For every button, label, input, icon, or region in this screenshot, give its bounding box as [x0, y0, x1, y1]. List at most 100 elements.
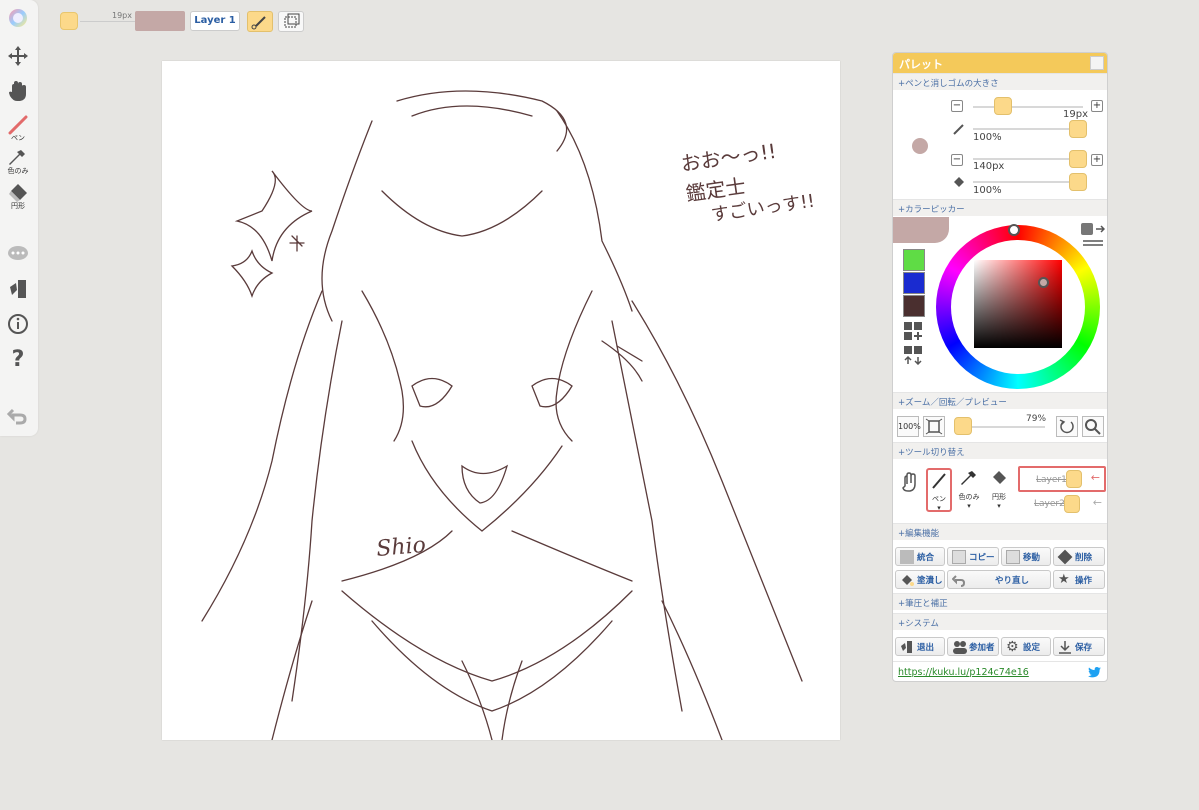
transform-button[interactable] — [278, 11, 304, 32]
pen-size-plus-button[interactable]: + — [1091, 100, 1103, 112]
brush-preview-dot — [912, 138, 928, 154]
fill-button[interactable]: 塗潰し — [895, 570, 945, 589]
left-toolbar: ペン 色のみ 円形 ? — [0, 0, 38, 436]
exit-icon[interactable] — [4, 278, 32, 300]
eraser-size-plus-button[interactable]: + — [1091, 154, 1103, 166]
section-pressure[interactable]: +筆圧と補正 — [893, 593, 1107, 610]
size-section: − + 19px 100% − + 140px 100% — [893, 90, 1107, 202]
layer-button[interactable]: Layer 1 — [190, 11, 240, 31]
add-swatch-icon[interactable] — [903, 321, 925, 341]
shape-tool[interactable]: 円形 — [4, 183, 32, 211]
pen-size-knob[interactable] — [994, 97, 1012, 115]
redo-button[interactable]: やり直し — [947, 570, 1051, 589]
drawing-canvas[interactable]: おお〜っ!! 鑑定士 すごいっす!! Shio — [162, 61, 840, 741]
copy-button[interactable]: コピー — [947, 547, 999, 566]
dropper-tool-button[interactable]: 色のみ ▾ — [956, 468, 982, 512]
eraser-size-knob[interactable] — [1069, 150, 1087, 168]
section-tool-switch[interactable]: +ツール切り替え — [893, 442, 1107, 459]
current-color-chip[interactable] — [135, 11, 185, 31]
eraser-size-slider[interactable] — [973, 158, 1083, 160]
tool-switch-section: ペン ▾ 色のみ ▾ 円形 ▾ Layer1 ← Layer2 ← — [893, 460, 1107, 520]
eraser-opacity-slider[interactable] — [973, 181, 1083, 183]
swatch-sort-icon[interactable] — [903, 345, 925, 365]
delete-button[interactable]: 削除 — [1053, 547, 1105, 566]
eraser-size-value: 140px — [973, 161, 1005, 172]
color-wheel-icon[interactable] — [4, 8, 32, 28]
merge-icon — [900, 549, 914, 564]
hue-marker[interactable] — [1008, 224, 1020, 236]
move-button[interactable]: 移動 — [1001, 547, 1051, 566]
merge-button[interactable]: 統合 — [895, 547, 945, 566]
pen-tool-button[interactable]: ペン ▾ — [926, 468, 952, 512]
section-edit[interactable]: +編集機能 — [893, 523, 1107, 540]
info-icon[interactable] — [4, 313, 32, 335]
undo-icon[interactable] — [4, 406, 32, 426]
fit-screen-icon — [925, 418, 943, 435]
size-slider-knob[interactable] — [60, 12, 78, 30]
layer2-row[interactable]: Layer2 ← — [1018, 492, 1106, 516]
palette-header: パレット — [893, 53, 1107, 73]
help-icon[interactable]: ? — [4, 346, 32, 370]
zoom-knob[interactable] — [954, 417, 972, 435]
magic-wand-button[interactable] — [247, 11, 273, 32]
zoom-100-button[interactable]: 100% — [897, 416, 921, 437]
eyedropper-tool[interactable]: 色のみ — [4, 148, 32, 176]
hand-tool-button[interactable] — [897, 470, 923, 514]
preview-button[interactable] — [1082, 416, 1104, 437]
swatch-green[interactable] — [903, 249, 925, 271]
layer1-opacity-knob[interactable] — [1066, 470, 1082, 488]
current-color-swatch[interactable] — [893, 217, 949, 243]
pen-size-minus-button[interactable]: − — [951, 100, 963, 112]
palette-collapse-button[interactable] — [1090, 56, 1104, 70]
swatch-blue[interactable] — [903, 272, 925, 294]
save-button[interactable]: 保存 — [1053, 637, 1105, 656]
pen-size-slider[interactable] — [973, 106, 1083, 108]
move-layer-icon — [1006, 549, 1020, 564]
pen-opacity-knob[interactable] — [1069, 120, 1087, 138]
magnifier-icon — [1085, 419, 1101, 435]
operation-button[interactable]: ★ 操作 — [1053, 570, 1105, 589]
eraser-opacity-knob[interactable] — [1069, 173, 1087, 191]
tool-pen-label: ペン — [932, 495, 946, 503]
hand-icon[interactable] — [4, 80, 32, 102]
participants-button[interactable]: 参加者 — [947, 637, 999, 656]
layer1-row[interactable]: Layer1 ← — [1018, 466, 1106, 492]
section-pen-eraser-size[interactable]: +ペンと消しゴムの大きさ — [893, 73, 1107, 90]
pen-opacity-slider[interactable] — [973, 128, 1083, 130]
eraser-icon — [993, 471, 1006, 484]
pen-opacity-value: 100% — [973, 132, 1002, 143]
tool-shape-label: 円形 — [992, 493, 1006, 501]
eraser-icon — [9, 184, 27, 202]
eraser-size-minus-button[interactable]: − — [951, 154, 963, 166]
rotate-button[interactable] — [1056, 416, 1078, 437]
settings-button[interactable]: ⚙ 設定 — [1001, 637, 1051, 656]
shape-tool-button[interactable]: 円形 ▾ — [986, 468, 1012, 512]
layer2-opacity-knob[interactable] — [1064, 495, 1080, 513]
pen-tool[interactable]: ペン — [4, 115, 32, 143]
download-icon — [1058, 640, 1072, 654]
exit-button[interactable]: 退出 — [895, 637, 945, 656]
redo-icon — [951, 573, 966, 587]
move-icon[interactable] — [4, 45, 32, 67]
palette-title: パレット — [899, 58, 943, 71]
exit-icon — [900, 640, 914, 654]
eraser-small-icon — [954, 177, 964, 187]
share-link[interactable]: https://kuku.lu/p124c74e16 — [898, 667, 1029, 678]
pen-small-icon — [953, 124, 964, 135]
system-section: 退出 参加者 ⚙ 設定 保存 — [893, 631, 1107, 661]
magic-wand-icon — [251, 16, 266, 30]
chat-icon[interactable] — [4, 245, 32, 263]
gear-icon: ⚙ — [1006, 638, 1019, 655]
eraser-opacity-value: 100% — [973, 185, 1002, 196]
color-mode-toggle-icon[interactable] — [1079, 221, 1105, 247]
sv-marker[interactable] — [1038, 277, 1049, 288]
swatch-brown[interactable] — [903, 295, 925, 317]
section-color-picker[interactable]: +カラーピッカー — [893, 199, 1107, 216]
saturation-value-square[interactable] — [974, 260, 1062, 348]
section-system[interactable]: +システム — [893, 613, 1107, 630]
pen-size-value: 19px — [1063, 109, 1088, 120]
twitter-icon[interactable] — [1088, 667, 1101, 678]
section-zoom[interactable]: +ズーム／回転／プレビュー — [893, 392, 1107, 409]
fit-screen-button[interactable] — [923, 416, 945, 437]
layer2-arrow-icon: ← — [1092, 496, 1102, 509]
